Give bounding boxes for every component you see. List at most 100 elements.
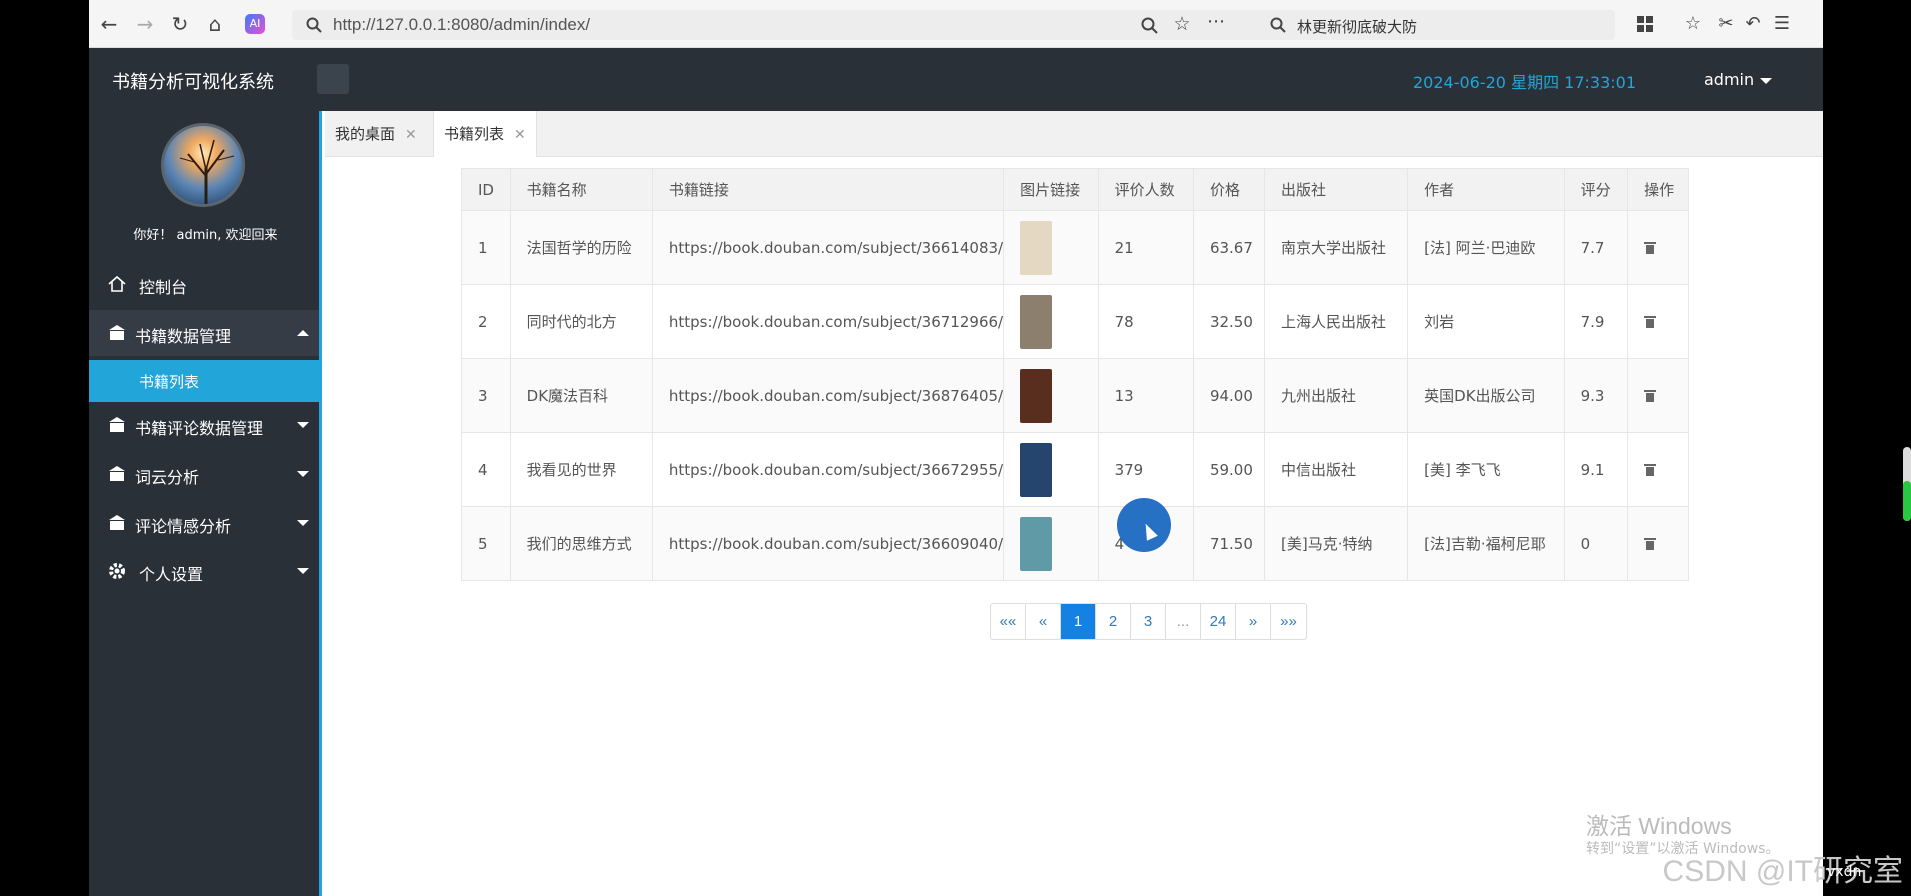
cover-cell — [1003, 358, 1099, 433]
bookmark-star-icon[interactable]: ☆ — [1170, 12, 1194, 36]
cover-cell — [1003, 506, 1099, 581]
user-name: admin — [1704, 70, 1755, 89]
cell-actions — [1627, 210, 1689, 285]
cell-id: 1 — [461, 210, 511, 285]
bank-icon — [109, 515, 125, 530]
undo-icon[interactable]: ↶ — [1741, 12, 1765, 36]
home-icon[interactable]: ⌂ — [203, 12, 227, 36]
book-table-container: ID 书籍名称 书籍链接 图片链接 评价人数 价格 出版社 作者 评分 操作 1… — [461, 168, 1689, 581]
sidebar-toggle-button[interactable] — [317, 64, 349, 94]
sidebar-item-sentiment[interactable]: 评论情感分析 — [89, 500, 319, 546]
cell-publisher: 南京大学出版社 — [1263, 210, 1409, 285]
cell-publisher: 上海人民出版社 — [1263, 284, 1409, 359]
cell-rating: 7.9 — [1563, 284, 1629, 359]
avatar[interactable] — [161, 123, 245, 207]
column-header: ID — [461, 168, 511, 211]
pagination: «« « 1 2 3 ... 24 » »» — [990, 603, 1307, 640]
cover-cell — [1003, 432, 1099, 507]
cell-link: https://book.douban.com/subject/36614083… — [651, 210, 1005, 285]
chevron-down-icon — [297, 422, 309, 428]
sidebar: 你好！ admin, 欢迎回来 控制台 书籍数据管理 书籍列表 书籍评论数据管理… — [89, 111, 322, 896]
cell-id: 5 — [461, 506, 511, 581]
menu-icon[interactable]: ☰ — [1770, 12, 1794, 36]
cell-rating: 7.7 — [1563, 210, 1629, 285]
cell-author: 英国DK出版公司 — [1407, 358, 1565, 433]
sidebar-item-book-data[interactable]: 书籍数据管理 — [89, 310, 319, 356]
more-icon[interactable]: ⋯ — [1204, 10, 1228, 34]
gear-icon — [109, 563, 125, 579]
sidebar-item-label: 书籍数据管理 — [135, 327, 232, 346]
sidebar-item-label: 评论情感分析 — [135, 517, 232, 536]
sidebar-item-wordcloud[interactable]: 词云分析 — [89, 451, 319, 497]
app-title: 书籍分析可视化系统 — [112, 72, 274, 93]
corner-label: vxdn — [1827, 864, 1862, 880]
table-row: 1 法国哲学的历险 https://book.douban.com/subject/… — [461, 210, 1689, 285]
cell-name: 我们的思维方式 — [509, 506, 653, 581]
apps-grid-icon[interactable] — [1633, 12, 1657, 36]
last-page-button[interactable]: »» — [1271, 604, 1306, 639]
forward-icon[interactable]: → — [133, 12, 157, 36]
prev-page-button[interactable]: « — [1026, 604, 1061, 639]
sidebar-item-settings[interactable]: 个人设置 — [89, 548, 319, 594]
chevron-down-icon — [297, 520, 309, 526]
browser-search-box[interactable]: 林更新彻底破大防 — [1257, 10, 1615, 40]
trash-icon[interactable] — [1644, 463, 1657, 477]
sidebar-item-label: 个人设置 — [139, 565, 204, 584]
home-icon — [108, 275, 126, 292]
cell-link: https://book.douban.com/subject/36672955… — [651, 432, 1005, 507]
book-cover-image — [1020, 220, 1053, 275]
chevron-down-icon — [297, 568, 309, 574]
bank-icon — [109, 325, 125, 340]
back-icon[interactable]: ← — [97, 12, 121, 36]
page-button-1[interactable]: 1 — [1061, 604, 1096, 639]
trash-icon[interactable] — [1644, 537, 1657, 551]
url-text: http://127.0.0.1:8080/admin/index/ — [333, 15, 591, 34]
tab-book-list[interactable]: 书籍列表 ✕ — [433, 111, 537, 157]
first-page-button[interactable]: «« — [991, 604, 1026, 639]
zoom-icon[interactable] — [1141, 17, 1158, 34]
book-cover-image — [1020, 442, 1053, 497]
cell-reviews: 13 — [1097, 358, 1194, 433]
cell-publisher: [美]马克·特纳 — [1263, 506, 1409, 581]
close-icon[interactable]: ✕ — [514, 127, 526, 143]
page-button-2[interactable]: 2 — [1096, 604, 1131, 639]
book-table: ID 书籍名称 书籍链接 图片链接 评价人数 价格 出版社 作者 评分 操作 1… — [461, 168, 1689, 581]
sidebar-item-comment-data[interactable]: 书籍评论数据管理 — [89, 402, 319, 448]
cell-actions — [1627, 284, 1689, 359]
sidebar-item-book-list[interactable]: 书籍列表 — [89, 360, 319, 402]
cell-id: 2 — [461, 284, 511, 359]
scissors-icon[interactable]: ✂ — [1714, 12, 1738, 36]
book-cover-image — [1020, 368, 1053, 423]
favorites-icon[interactable]: ☆ — [1681, 12, 1705, 36]
cell-id: 3 — [461, 358, 511, 433]
bank-icon — [109, 417, 125, 432]
scrollbar-thumb[interactable] — [1903, 481, 1911, 521]
trash-icon[interactable] — [1644, 241, 1657, 255]
trash-icon[interactable] — [1644, 315, 1657, 329]
trash-icon[interactable] — [1644, 389, 1657, 403]
column-header: 书籍链接 — [651, 168, 1005, 211]
column-header: 评价人数 — [1097, 168, 1194, 211]
ai-extension-icon[interactable]: AI — [245, 14, 265, 34]
page-button-24[interactable]: 24 — [1201, 604, 1236, 639]
page-button-3[interactable]: 3 — [1131, 604, 1166, 639]
sidebar-item-console[interactable]: 控制台 — [89, 261, 319, 307]
next-page-button[interactable]: » — [1236, 604, 1271, 639]
cell-publisher: 中信出版社 — [1263, 432, 1409, 507]
cell-price: 94.00 — [1192, 358, 1265, 433]
reload-icon[interactable]: ↻ — [168, 12, 192, 36]
side-scrollbar[interactable] — [1903, 447, 1911, 521]
tab-my-desktop[interactable]: 我的桌面 ✕ — [325, 111, 427, 157]
cell-price: 32.50 — [1192, 284, 1265, 359]
user-menu[interactable]: admin — [1704, 70, 1773, 89]
table-row: 4 我看见的世界 https://book.douban.com/subject/3… — [461, 432, 1689, 507]
windows-activation-title: 激活 Windows — [1586, 813, 1732, 839]
bank-icon — [109, 466, 125, 481]
cell-actions — [1627, 506, 1689, 581]
cell-author: [法]吉勒·福柯尼耶 — [1407, 506, 1565, 581]
search-text: 林更新彻底破大防 — [1297, 18, 1418, 36]
column-header: 评分 — [1563, 168, 1629, 211]
cell-price: 71.50 — [1192, 506, 1265, 581]
cell-link: https://book.douban.com/subject/36609040… — [651, 506, 1005, 581]
close-icon[interactable]: ✕ — [405, 127, 417, 143]
